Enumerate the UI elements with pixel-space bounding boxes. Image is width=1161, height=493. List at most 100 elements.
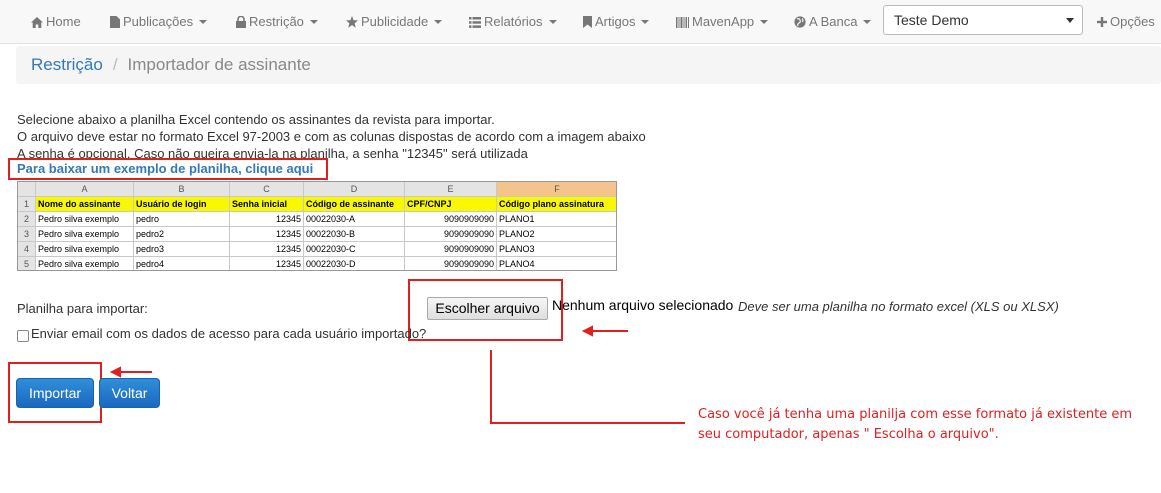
star-icon: [346, 16, 358, 28]
sheet-header-cell: Código plano assinatura: [497, 197, 616, 212]
sheet-cell: Pedro silva exemplo: [36, 227, 134, 242]
chevron-down-icon: [760, 20, 769, 24]
barcode-icon: [676, 16, 689, 28]
sheet-header-cell: CPF/CNPJ: [405, 197, 497, 212]
instruction-line-1: Selecione abaixo a planilha Excel conten…: [17, 112, 495, 127]
annotation-note-line-2: seu computador, apenas " Escolha o arqui…: [698, 427, 999, 442]
sheet-cell: pedro: [134, 212, 230, 227]
breadcrumb-link-restricao[interactable]: Restrição: [31, 55, 103, 74]
sheet-col-letter: D: [304, 182, 405, 197]
home-icon: [31, 16, 43, 28]
nav-home-label: Home: [46, 14, 81, 29]
globe-icon: [794, 16, 806, 28]
sheet-data-row: 5 Pedro silva exemplo pedro4 12345 00022…: [18, 257, 616, 270]
sheet-cell: 00022030-D: [304, 257, 405, 270]
sheet-cell: 00022030-A: [304, 212, 405, 227]
send-email-checkbox-label: Enviar email com os dados de acesso para…: [31, 326, 427, 341]
chevron-down-icon: [434, 20, 443, 24]
nav-artigos-label: Artigos: [595, 14, 636, 29]
sheet-data-row: 4 Pedro silva exemplo pedro3 12345 00022…: [18, 242, 616, 257]
nav-publicidade[interactable]: Publicidade: [346, 0, 443, 44]
nav-relatorios[interactable]: Relatórios: [469, 0, 557, 44]
nav-mavenapp[interactable]: MavenApp: [676, 0, 769, 44]
nav-opcoes-label: Opções: [1110, 14, 1155, 29]
sheet-cell: PLANO3: [497, 242, 616, 257]
chevron-down-icon: [199, 20, 208, 24]
account-select[interactable]: Teste Demo: [883, 5, 1083, 35]
nav-opcoes[interactable]: Opções: [1097, 0, 1155, 44]
nav-relatorios-label: Relatórios: [484, 14, 543, 29]
breadcrumb-separator: /: [112, 55, 118, 74]
sheet-header-cell: Usuário de login: [134, 197, 230, 212]
file-input-label: Planilha para importar:: [17, 301, 148, 316]
import-button[interactable]: Importar: [16, 378, 94, 408]
nav-restricao-label: Restrição: [249, 14, 304, 29]
annotation-note: Caso você já tenha uma planilja com esse…: [698, 405, 1132, 445]
nav-publicacoes[interactable]: Publicações: [110, 0, 208, 44]
spreadsheet-example-image: A B C D E F 1 Nome do assinante Usuário …: [17, 181, 617, 271]
sheet-cell: PLANO1: [497, 212, 616, 227]
chevron-down-icon: [548, 20, 557, 24]
arrow-head: [109, 366, 121, 378]
choose-file-button[interactable]: Escolher arquivo: [427, 297, 548, 320]
bookmark-icon: [583, 16, 592, 28]
sheet-header-row: 1 Nome do assinante Usuário de login Sen…: [18, 197, 616, 212]
sheet-cell: pedro2: [134, 227, 230, 242]
sheet-cell: PLANO2: [497, 227, 616, 242]
sheet-header-cell: Código de assinante: [304, 197, 405, 212]
nav-publicidade-label: Publicidade: [361, 14, 429, 29]
sheet-cell: 12345: [230, 227, 304, 242]
sheet-cell: 00022030-B: [304, 227, 405, 242]
sheet-row-number: 1: [18, 197, 36, 212]
nav-a-banca[interactable]: A Banca: [794, 0, 872, 44]
sheet-cell: Pedro silva exemplo: [36, 242, 134, 257]
sheet-cell: pedro3: [134, 242, 230, 257]
download-example-link[interactable]: Para baixar um exemplo de planilha, cliq…: [17, 161, 313, 176]
breadcrumb-current: Importador de assinante: [127, 55, 311, 74]
top-navbar: Home Publicações Restrição Publicidade R…: [0, 0, 1161, 44]
sheet-corner-cell: [18, 182, 36, 197]
breadcrumb: Restrição / Importador de assinante: [16, 46, 1161, 84]
send-email-checkbox[interactable]: [17, 330, 29, 342]
connector-line: [490, 350, 685, 424]
sheet-data-row: 3 Pedro silva exemplo pedro2 12345 00022…: [18, 227, 616, 242]
arrow-head: [581, 325, 593, 337]
nav-home[interactable]: Home: [31, 0, 81, 44]
sheet-header-cell: Nome do assinante: [36, 197, 134, 212]
sheet-cell: pedro4: [134, 257, 230, 270]
nav-a-banca-label: A Banca: [809, 14, 858, 29]
sheet-cell: 12345: [230, 242, 304, 257]
sheet-col-letter: B: [134, 182, 230, 197]
sheet-col-letter: F: [497, 182, 616, 197]
back-button[interactable]: Voltar: [99, 378, 160, 408]
sheet-cell: 00022030-C: [304, 242, 405, 257]
plus-icon: [1097, 17, 1107, 27]
file-format-hint: Deve ser uma planilha no formato excel (…: [738, 299, 1059, 314]
sheet-header-cell: Senha inicial: [230, 197, 304, 212]
nav-restricao[interactable]: Restrição: [236, 0, 318, 44]
list-icon: [469, 16, 481, 28]
sheet-col-letter: E: [405, 182, 497, 197]
sheet-data-row: 2 Pedro silva exemplo pedro 12345 000220…: [18, 212, 616, 227]
chevron-down-icon: [863, 20, 872, 24]
sheet-cell: 9090909090: [405, 257, 497, 270]
annotation-note-line-1: Caso você já tenha uma planilja com esse…: [698, 407, 1133, 422]
sheet-cell: PLANO4: [497, 257, 616, 270]
sheet-cell: 9090909090: [405, 242, 497, 257]
sheet-cell: 9090909090: [405, 212, 497, 227]
nav-artigos[interactable]: Artigos: [583, 0, 650, 44]
no-file-selected-text: Nenhum arquivo selecionado: [552, 297, 734, 313]
sheet-col-letter: C: [230, 182, 304, 197]
sheet-column-letters: A B C D E F: [18, 182, 616, 197]
sheet-cell: 9090909090: [405, 227, 497, 242]
sheet-row-number: 2: [18, 212, 36, 227]
sheet-cell: 12345: [230, 212, 304, 227]
file-icon: [110, 16, 120, 28]
chevron-down-icon: [309, 20, 318, 24]
account-select-value: Teste Demo: [894, 12, 969, 28]
nav-mavenapp-label: MavenApp: [692, 14, 755, 29]
sheet-row-number: 4: [18, 242, 36, 257]
lock-icon: [236, 16, 246, 28]
chevron-down-icon: [641, 20, 650, 24]
sheet-cell: Pedro silva exemplo: [36, 212, 134, 227]
